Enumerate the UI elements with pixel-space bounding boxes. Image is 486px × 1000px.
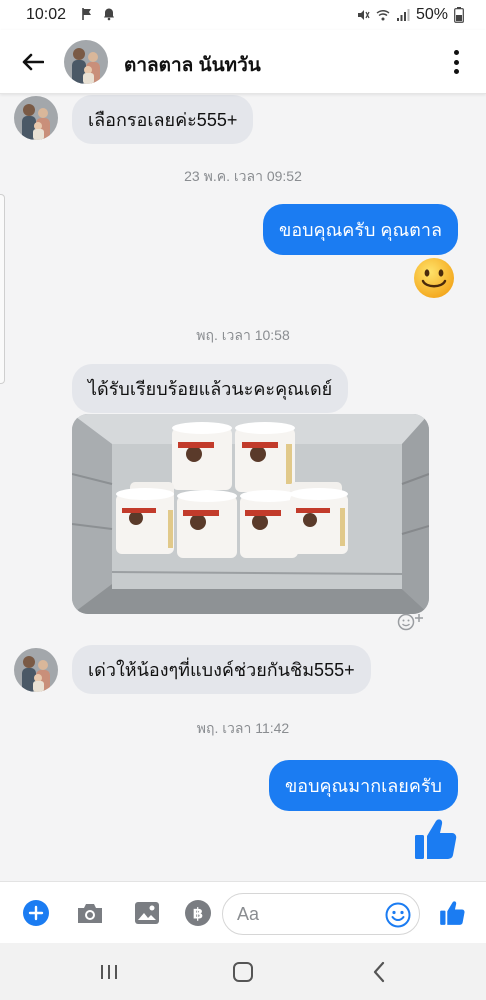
avatar-photo-icon	[14, 648, 58, 692]
ice-cream-cup	[290, 488, 348, 554]
bell-icon	[104, 8, 114, 21]
svg-text:฿: ฿	[193, 905, 203, 923]
thumbs-up-icon[interactable]	[412, 817, 458, 861]
system-navigation-bar	[0, 943, 486, 1000]
scroll-indicator	[0, 194, 5, 384]
outgoing-message[interactable]: ขอบคุณมากเลยครับ	[268, 760, 458, 811]
smiley-emoji-icon[interactable]	[412, 256, 456, 300]
dot-icon	[453, 69, 459, 74]
plus-circle-icon	[23, 900, 49, 926]
dot-icon	[453, 59, 459, 65]
emoji-icon[interactable]	[385, 902, 411, 928]
incoming-message[interactable]: เลือกรอเลยค่ะ555+	[72, 95, 254, 144]
dot-icon	[453, 50, 459, 55]
conversation-header: ตาลตาล นันทวัน	[0, 30, 486, 94]
incoming-message[interactable]: ได้รับเรียบร้อยแล้วนะคะคุณเดย์	[72, 364, 349, 413]
contact-avatar[interactable]	[64, 40, 108, 84]
arrow-left-icon	[22, 53, 44, 71]
ice-cream-cup	[235, 422, 295, 492]
chevron-left-icon	[373, 961, 385, 983]
message-input[interactable]: Aa	[222, 893, 420, 935]
message-list[interactable]: เลือกรอเลยค่ะ555+ 23 พ.ค. เวลา 09:52 ขอบ…	[0, 94, 486, 881]
more-options-button[interactable]	[448, 46, 464, 78]
back-button[interactable]	[18, 48, 48, 76]
message-input-placeholder: Aa	[237, 904, 260, 924]
recent-apps-button[interactable]	[94, 959, 124, 985]
ice-cream-cup	[116, 488, 174, 554]
back-nav-button[interactable]	[364, 959, 394, 985]
battery-level: 50%	[415, 6, 448, 23]
add-reaction-button[interactable]	[394, 610, 428, 632]
flag-icon	[82, 8, 91, 20]
image-icon	[135, 902, 159, 924]
send-like-button[interactable]	[438, 899, 466, 927]
status-time: 10:02	[26, 6, 67, 23]
contact-name[interactable]: ตาลตาล นันทวัน	[124, 50, 261, 80]
recent-apps-icon	[101, 965, 117, 979]
camera-icon	[78, 904, 102, 923]
ice-cream-cup	[240, 490, 298, 558]
message-timestamp: พฤ. เวลา 10:58	[196, 327, 290, 343]
sender-avatar[interactable]	[14, 96, 58, 140]
notification-icons	[80, 7, 116, 21]
message-timestamp: พฤ. เวลา 11:42	[196, 720, 290, 736]
avatar-photo-icon	[14, 96, 58, 140]
outgoing-message[interactable]: ขอบคุณครับ คุณตาล	[263, 204, 458, 255]
ice-cream-cup	[177, 490, 237, 558]
system-icons: 50%	[356, 6, 464, 24]
camera-button[interactable]	[76, 899, 104, 927]
battery-icon	[454, 7, 464, 23]
mute-icon	[357, 10, 370, 20]
message-timestamp: 23 พ.ค. เวลา 09:52	[184, 168, 302, 184]
avatar-photo-icon	[64, 40, 108, 84]
home-icon	[233, 962, 253, 982]
home-button[interactable]	[228, 959, 258, 985]
gallery-button[interactable]	[133, 899, 161, 927]
payment-button[interactable]: ฿	[184, 899, 212, 927]
signal-icon	[396, 9, 410, 21]
baht-icon: ฿	[185, 900, 211, 926]
add-reaction-icon	[397, 613, 423, 631]
incoming-message[interactable]: เด่วให้น้องๆที่แบงค์ช่วยกันชิม555+	[72, 645, 371, 694]
ice-cream-cup	[172, 422, 232, 490]
more-actions-button[interactable]	[22, 899, 50, 927]
photo-attachment[interactable]	[72, 414, 429, 614]
thumbs-up-icon	[440, 901, 465, 925]
message-composer: ฿ Aa	[0, 881, 486, 943]
ice-cream-cups-in-freezer-photo-icon	[72, 414, 429, 614]
sender-avatar[interactable]	[14, 648, 58, 692]
wifi-icon	[376, 10, 390, 21]
status-bar: 10:02 50%	[0, 0, 486, 30]
